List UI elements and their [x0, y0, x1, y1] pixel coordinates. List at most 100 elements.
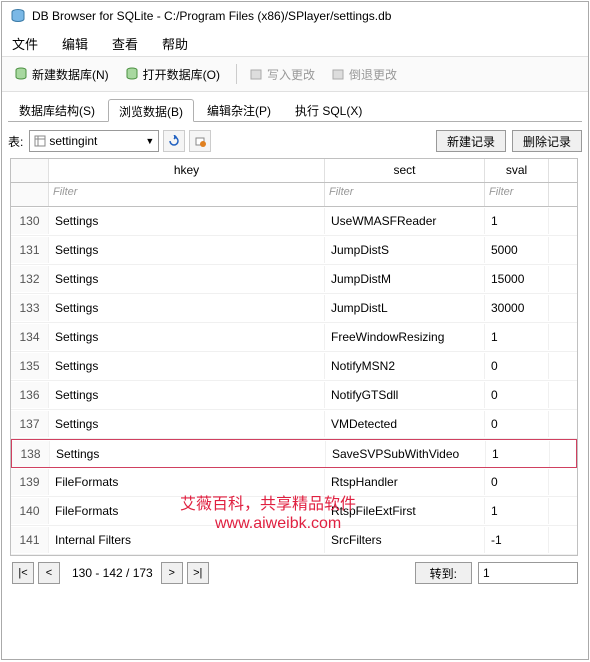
tab-structure[interactable]: 数据库结构(S) — [8, 98, 106, 121]
cell-hkey[interactable]: Settings — [49, 411, 325, 437]
pager-next-button[interactable]: > — [161, 562, 183, 584]
write-icon — [249, 67, 263, 81]
toolbar-separator — [236, 64, 237, 84]
cell-sval[interactable]: -1 — [485, 527, 549, 553]
new-record-button[interactable]: 新建记录 — [436, 130, 506, 152]
cell-sval[interactable]: 30000 — [485, 295, 549, 321]
pager: |< < 130 - 142 / 173 > >| 转到: — [8, 562, 582, 584]
table-row[interactable]: 141Internal FiltersSrcFilters-1 — [11, 526, 577, 555]
goto-button[interactable]: 转到: — [415, 562, 472, 584]
column-header-hkey[interactable]: hkey — [49, 159, 325, 182]
filter-sval[interactable]: Filter — [485, 183, 549, 206]
cell-sect[interactable]: UseWMASFReader — [325, 208, 485, 234]
table-row[interactable]: 134SettingsFreeWindowResizing1 — [11, 323, 577, 352]
tab-execute-sql[interactable]: 执行 SQL(X) — [284, 98, 373, 121]
delete-record-button[interactable]: 删除记录 — [512, 130, 582, 152]
goto-input[interactable] — [478, 562, 578, 584]
clear-filter-button[interactable] — [189, 130, 211, 152]
table-label: 表: — [8, 133, 23, 150]
cell-sect[interactable]: NotifyGTSdll — [325, 382, 485, 408]
table-row[interactable]: 137SettingsVMDetected0 — [11, 410, 577, 439]
table-row[interactable]: 136SettingsNotifyGTSdll0 — [11, 381, 577, 410]
menu-edit[interactable]: 编辑 — [62, 34, 88, 53]
refresh-icon — [168, 135, 180, 147]
filter-rownum — [11, 183, 49, 206]
browse-content: 表: settingint ▼ 新建记录 删除记录 hkey sect sval — [2, 122, 588, 592]
new-database-button[interactable]: 新建数据库(N) — [8, 63, 115, 86]
open-database-button[interactable]: 打开数据库(O) — [119, 63, 226, 86]
cell-sect[interactable]: SrcFilters — [325, 527, 485, 553]
table-row[interactable]: 133SettingsJumpDistL30000 — [11, 294, 577, 323]
cell-sect[interactable]: JumpDistS — [325, 237, 485, 263]
filter-row: Filter Filter Filter — [11, 183, 577, 207]
cell-hkey[interactable]: FileFormats — [49, 498, 325, 524]
cell-sect[interactable]: RtspHandler — [325, 469, 485, 495]
table-row[interactable]: 131SettingsJumpDistS5000 — [11, 236, 577, 265]
write-changes-button: 写入更改 — [243, 63, 321, 86]
cell-sval[interactable]: 1 — [486, 441, 550, 467]
filter-hkey[interactable]: Filter — [49, 183, 325, 206]
table-row[interactable]: 130SettingsUseWMASFReader1 — [11, 207, 577, 236]
cell-sval[interactable]: 1 — [485, 498, 549, 524]
row-number: 137 — [11, 411, 49, 437]
cell-hkey[interactable]: Settings — [49, 266, 325, 292]
refresh-button[interactable] — [163, 130, 185, 152]
menu-file[interactable]: 文件 — [12, 34, 38, 53]
grid-body: 130SettingsUseWMASFReader1131SettingsJum… — [11, 207, 577, 555]
table-row[interactable]: 138SettingsSaveSVPSubWithVideo1 — [11, 439, 577, 468]
pager-last-button[interactable]: >| — [187, 562, 209, 584]
database-open-icon — [125, 67, 139, 81]
cell-sect[interactable]: FreeWindowResizing — [325, 324, 485, 350]
cell-sect[interactable]: JumpDistM — [325, 266, 485, 292]
cell-sval[interactable]: 15000 — [485, 266, 549, 292]
menubar: 文件 编辑 查看 帮助 — [2, 30, 588, 56]
database-new-icon — [14, 67, 28, 81]
cell-sect[interactable]: NotifyMSN2 — [325, 353, 485, 379]
row-number: 134 — [11, 324, 49, 350]
row-number: 135 — [11, 353, 49, 379]
cell-hkey[interactable]: Settings — [49, 208, 325, 234]
cell-sect[interactable]: SaveSVPSubWithVideo — [326, 441, 486, 467]
cell-sval[interactable]: 0 — [485, 469, 549, 495]
row-number: 131 — [11, 237, 49, 263]
cell-hkey[interactable]: Settings — [49, 382, 325, 408]
table-row[interactable]: 139FileFormatsRtspHandler0 — [11, 468, 577, 497]
menu-view[interactable]: 查看 — [112, 34, 138, 53]
table-row[interactable]: 132SettingsJumpDistM15000 — [11, 265, 577, 294]
tab-browse-data[interactable]: 浏览数据(B) — [108, 99, 194, 122]
cell-sect[interactable]: VMDetected — [325, 411, 485, 437]
cell-hkey[interactable]: Settings — [49, 295, 325, 321]
cell-hkey[interactable]: Settings — [49, 353, 325, 379]
cell-hkey[interactable]: Settings — [49, 324, 325, 350]
cell-sval[interactable]: 0 — [485, 382, 549, 408]
row-number: 140 — [11, 498, 49, 524]
row-number-header — [11, 159, 49, 182]
table-row[interactable]: 135SettingsNotifyMSN20 — [11, 352, 577, 381]
menu-help[interactable]: 帮助 — [162, 34, 188, 53]
table-selector[interactable]: settingint ▼ — [29, 130, 159, 152]
cell-hkey[interactable]: Settings — [50, 441, 326, 467]
main-toolbar: 新建数据库(N) 打开数据库(O) 写入更改 倒退更改 — [2, 56, 588, 92]
clear-icon — [194, 135, 206, 147]
row-number: 138 — [12, 441, 50, 467]
row-number: 141 — [11, 527, 49, 553]
cell-sval[interactable]: 0 — [485, 411, 549, 437]
cell-hkey[interactable]: Internal Filters — [49, 527, 325, 553]
pager-prev-button[interactable]: < — [38, 562, 60, 584]
table-row[interactable]: 140FileFormatsRtspFileExtFirst1 — [11, 497, 577, 526]
cell-hkey[interactable]: FileFormats — [49, 469, 325, 495]
filter-sect[interactable]: Filter — [325, 183, 485, 206]
column-header-sect[interactable]: sect — [325, 159, 485, 182]
cell-sval[interactable]: 1 — [485, 208, 549, 234]
window-title: DB Browser for SQLite - C:/Program Files… — [32, 9, 391, 23]
cell-sect[interactable]: JumpDistL — [325, 295, 485, 321]
cell-sval[interactable]: 5000 — [485, 237, 549, 263]
pager-first-button[interactable]: |< — [12, 562, 34, 584]
column-header-sval[interactable]: sval — [485, 159, 549, 182]
cell-sval[interactable]: 0 — [485, 353, 549, 379]
cell-sect[interactable]: RtspFileExtFirst — [325, 498, 485, 524]
cell-hkey[interactable]: Settings — [49, 237, 325, 263]
cell-sval[interactable]: 1 — [485, 324, 549, 350]
row-number: 130 — [11, 208, 49, 234]
tab-pragmas[interactable]: 编辑杂注(P) — [196, 98, 282, 121]
